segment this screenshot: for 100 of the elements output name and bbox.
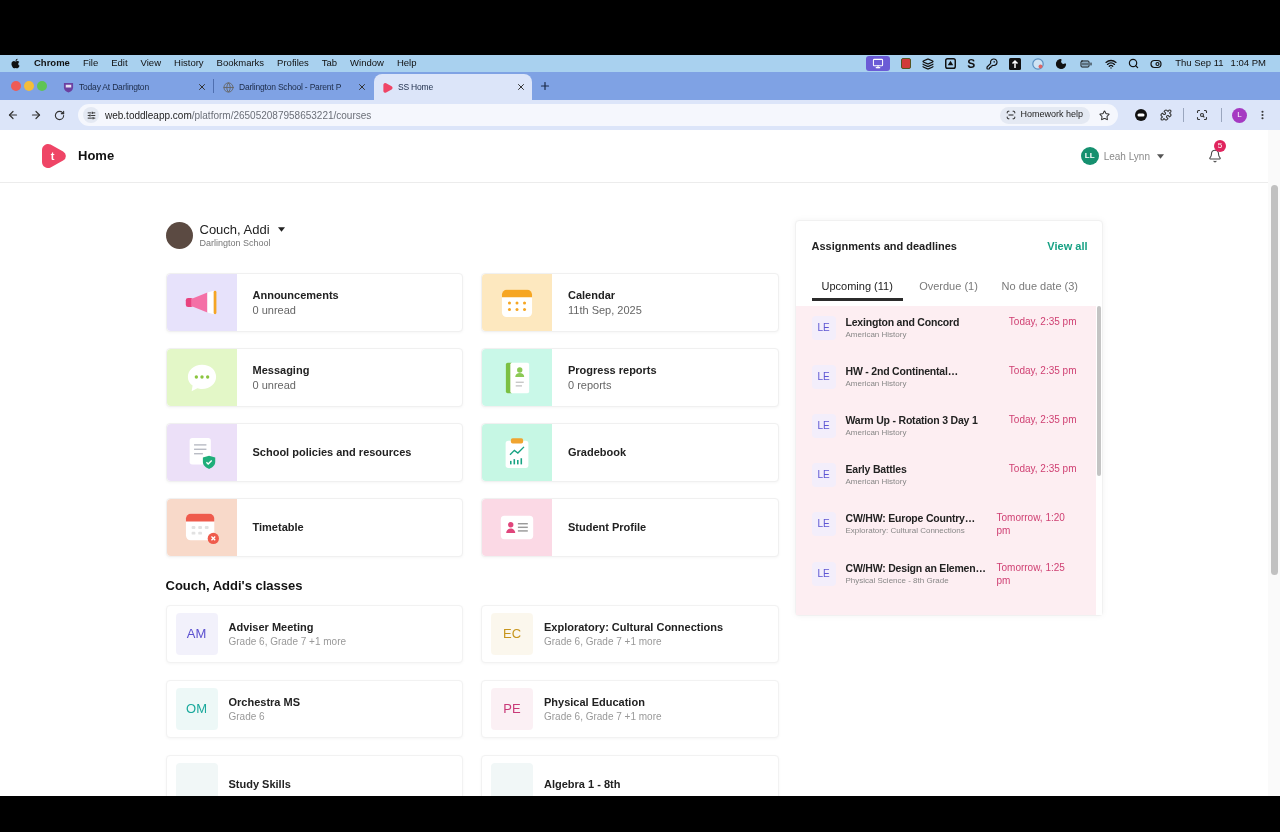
caret-icon[interactable]	[277, 226, 285, 232]
nav-card[interactable]: Progress reports 0 reports	[481, 348, 779, 407]
class-card[interactable]: Study Skills	[165, 755, 463, 796]
homework-help-button[interactable]: Homework help	[1000, 106, 1090, 124]
course-avatar: LE	[811, 315, 836, 340]
nav-card[interactable]: Calendar 11th Sep, 2025	[481, 273, 779, 332]
bookmark-star-icon[interactable]	[1099, 109, 1110, 121]
due-date: Tomorrow, 1:20 pm	[996, 511, 1066, 537]
class-avatar	[491, 763, 533, 796]
profile-avatar[interactable]: L	[1232, 107, 1247, 123]
nav-card[interactable]: School policies and resources	[165, 423, 463, 482]
search-icon[interactable]	[1128, 58, 1140, 69]
nav-card[interactable]: Announcements 0 unread	[165, 273, 463, 332]
assignment-title[interactable]: CW/HW: Design an Elemen…	[845, 561, 986, 575]
chat-bubble-icon	[166, 349, 237, 406]
notification-bell-icon[interactable]	[1208, 149, 1222, 163]
card-subtitle: 0 unread	[252, 302, 297, 318]
user-name[interactable]: Leah Lynn	[1103, 148, 1150, 164]
menu-item[interactable]: Bookmarks	[216, 56, 265, 71]
browser-tab[interactable]: Today At Darlington	[55, 74, 213, 100]
shield-favicon-icon	[63, 81, 74, 93]
assignment-course: American History	[845, 378, 908, 389]
class-grades: Grade 6, Grade 7 +1 more	[544, 634, 663, 649]
assignments-tab[interactable]: No due date (3)	[994, 275, 1086, 301]
page-title: Home	[78, 147, 115, 166]
nav-card[interactable]: Student Profile	[481, 498, 779, 557]
apple-icon[interactable]	[10, 58, 21, 69]
due-date: Tomorrow, 1:25 pm	[996, 561, 1066, 587]
assignment-title[interactable]: HW - 2nd Continental…	[845, 364, 958, 378]
address-field[interactable]: web.toddleapp.com/platform/265052087958653221/courses Homework help	[78, 104, 1118, 126]
menu-item[interactable]: Edit	[111, 56, 128, 71]
assignments-tab[interactable]: Upcoming (11)	[811, 275, 903, 301]
close-icon[interactable]	[516, 82, 526, 92]
assignments-tab[interactable]: Overdue (1)	[902, 275, 995, 301]
extensions-icon[interactable]	[1160, 109, 1172, 121]
square-icon[interactable]	[901, 58, 912, 69]
new-tab-icon[interactable]	[539, 80, 551, 92]
scrollbar-thumb[interactable]	[1096, 306, 1101, 476]
assignment-title[interactable]: Warm Up - Rotation 3 Day 1	[845, 413, 978, 427]
app-logo[interactable]: t	[40, 143, 67, 169]
close-icon[interactable]	[197, 82, 207, 92]
battery-icon[interactable]	[1078, 57, 1095, 70]
menu-item[interactable]: History	[174, 56, 204, 71]
box-arrow-icon[interactable]	[1009, 57, 1022, 70]
browser-tab[interactable]: Darlington School - Parent P	[215, 74, 373, 100]
card-title: Announcements	[252, 287, 339, 303]
card-title: Student Profile	[568, 520, 647, 535]
moon-icon[interactable]	[1055, 57, 1068, 70]
class-avatar: PE	[491, 688, 533, 730]
class-card[interactable]: PE Physical Education Grade 6, Grade 7 +1 more	[481, 680, 779, 738]
menu-item[interactable]: Window	[350, 56, 384, 71]
panel-title: Assignments and deadlines	[811, 238, 957, 254]
class-card[interactable]: OM Orchestra MS Grade 6	[165, 680, 463, 738]
menu-item[interactable]: Tab	[321, 56, 338, 71]
assignment-title[interactable]: CW/HW: Europe Country…	[845, 511, 976, 525]
course-avatar: LE	[811, 462, 836, 487]
document-shield-icon	[166, 424, 237, 481]
clipboard-chart-icon	[482, 424, 552, 481]
triangle-box-icon[interactable]	[945, 58, 957, 69]
menu-item[interactable]: Profiles	[277, 56, 309, 71]
browser-tab[interactable]: SS Home	[374, 74, 532, 100]
card-title: Calendar	[568, 287, 617, 303]
reload-icon[interactable]	[54, 109, 65, 121]
menu-item[interactable]: File	[82, 56, 99, 71]
class-grades: Grade 6, Grade 7 +1 more	[544, 709, 662, 724]
menu-item[interactable]: View	[140, 56, 161, 71]
assignment-course: Exploratory: Cultural Connections	[845, 525, 966, 536]
user-avatar[interactable]: LL	[1080, 147, 1099, 165]
scrollbar-thumb[interactable]	[1270, 185, 1278, 575]
student-name[interactable]: Couch, Addi	[199, 221, 270, 237]
url-text[interactable]: web.toddleapp.com/platform/265052087958653221/courses	[105, 107, 372, 123]
screen-icon[interactable]	[866, 56, 891, 71]
class-card[interactable]: Algebra 1 - 8th	[481, 755, 779, 796]
toggle-icon[interactable]	[1150, 57, 1163, 70]
assignment-title[interactable]: Early Battles	[845, 462, 907, 476]
class-avatar	[175, 763, 218, 796]
class-title: Orchestra MS	[228, 694, 301, 710]
key-icon[interactable]	[986, 57, 999, 70]
forward-icon[interactable]	[30, 109, 42, 121]
menu-item[interactable]: Help	[396, 56, 417, 71]
extension-circle-icon[interactable]	[1135, 109, 1147, 121]
site-settings-icon[interactable]	[83, 107, 99, 123]
circle-icon[interactable]	[1032, 57, 1045, 70]
tab-search-icon[interactable]	[1196, 109, 1208, 121]
back-icon[interactable]	[7, 109, 19, 121]
caret-icon[interactable]	[1157, 153, 1164, 159]
assignment-title[interactable]: Lexington and Concord	[845, 315, 960, 329]
wifi-icon[interactable]	[1105, 57, 1118, 70]
class-card[interactable]: AM Adviser Meeting Grade 6, Grade 7 +1 more	[165, 605, 463, 663]
close-icon[interactable]	[357, 82, 367, 92]
school-name: Darlington School	[199, 236, 272, 249]
nav-card[interactable]: Gradebook	[481, 423, 779, 482]
calendar-icon	[482, 274, 552, 331]
layers-icon[interactable]	[922, 57, 935, 70]
nav-card[interactable]: Messaging 0 unread	[165, 348, 463, 407]
report-book-icon	[482, 349, 552, 406]
nav-card[interactable]: Timetable	[165, 498, 463, 557]
app-menu[interactable]: Chrome	[34, 56, 70, 71]
status-glyph[interactable]: S	[967, 57, 976, 70]
class-card[interactable]: EC Exploratory: Cultural Connections Grade 6, Grade 7 +1 more	[481, 605, 779, 663]
